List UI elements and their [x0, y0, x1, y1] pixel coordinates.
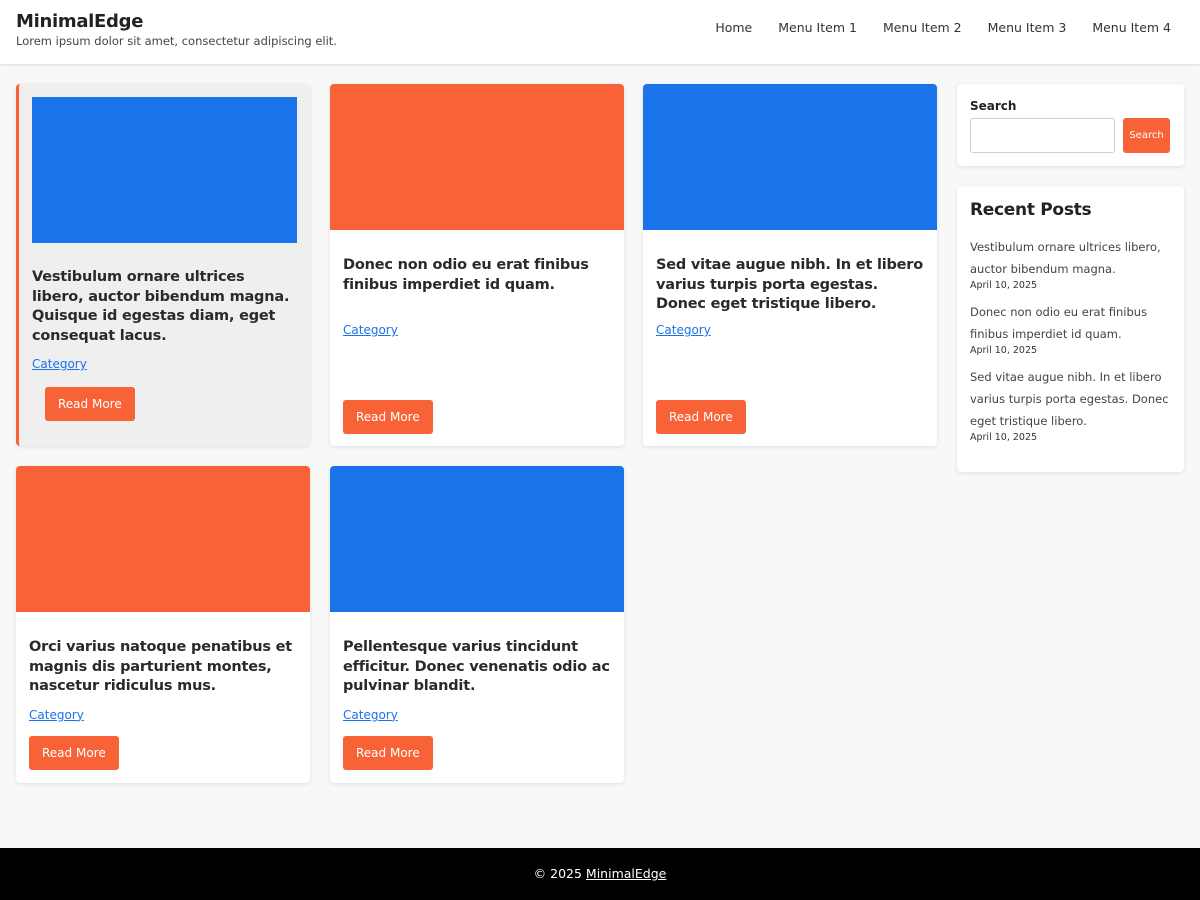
recent-posts-list: Vestibulum ornare ultrices libero, aucto…: [970, 236, 1170, 453]
post-title[interactable]: Orci varius natoque penatibus et magnis …: [29, 638, 297, 697]
nav-item-menu-item-2[interactable]: Menu Item 2: [883, 20, 962, 36]
post-thumbnail[interactable]: [643, 84, 937, 230]
post-card-featured: Vestibulum ornare ultrices libero, aucto…: [16, 84, 310, 446]
post-card: Donec non odio eu erat finibus finibus i…: [330, 84, 624, 446]
post-category-link[interactable]: Category: [32, 356, 87, 372]
post-thumbnail[interactable]: [330, 466, 624, 612]
post-title[interactable]: Vestibulum ornare ultrices libero, aucto…: [32, 268, 297, 346]
post-thumbnail[interactable]: [16, 466, 310, 612]
nav-item-menu-item-4[interactable]: Menu Item 4: [1092, 20, 1171, 36]
site-description: Lorem ipsum dolor sit amet, consectetur …: [16, 34, 337, 48]
site-header: MinimalEdge Lorem ipsum dolor sit amet, …: [0, 0, 1200, 65]
read-more-button[interactable]: Read More: [343, 736, 433, 770]
list-item: Vestibulum ornare ultrices libero, aucto…: [970, 236, 1170, 292]
recent-post-date: April 10, 2025: [970, 345, 1038, 356]
post-thumbnail[interactable]: [32, 97, 297, 243]
search-button[interactable]: Search: [1123, 118, 1170, 153]
main-nav: Home Menu Item 1 Menu Item 2 Menu Item 3…: [715, 20, 1171, 36]
recent-post-date: April 10, 2025: [970, 432, 1038, 443]
read-more-button[interactable]: Read More: [343, 400, 433, 434]
post-title[interactable]: Donec non odio eu erat finibus finibus i…: [343, 256, 611, 295]
footer-copyright: © 2025: [533, 866, 582, 881]
search-input[interactable]: [970, 118, 1115, 153]
nav-item-menu-item-1[interactable]: Menu Item 1: [778, 20, 857, 36]
list-item: Donec non odio eu erat finibus finibus i…: [970, 301, 1170, 357]
site-footer: © 2025 MinimalEdge: [0, 848, 1200, 900]
recent-post-date: April 10, 2025: [970, 280, 1038, 291]
footer-site-link[interactable]: MinimalEdge: [586, 866, 666, 881]
post-thumbnail[interactable]: [330, 84, 624, 230]
nav-item-home[interactable]: Home: [715, 20, 752, 36]
post-category-link[interactable]: Category: [343, 707, 398, 723]
post-category-link[interactable]: Category: [656, 322, 711, 338]
recent-posts-title: Recent Posts: [970, 200, 1092, 220]
search-widget: Search Search: [957, 84, 1184, 166]
nav-item-menu-item-3[interactable]: Menu Item 3: [988, 20, 1067, 36]
search-label: Search: [970, 99, 1017, 113]
post-body: Orci varius natoque penatibus et magnis …: [29, 638, 297, 723]
recent-post-link[interactable]: Donec non odio eu erat finibus finibus i…: [970, 305, 1147, 341]
post-body: Sed vitae augue nibh. In et libero variu…: [656, 256, 924, 315]
post-body: Donec non odio eu erat finibus finibus i…: [343, 256, 611, 295]
site-title[interactable]: MinimalEdge: [16, 11, 337, 33]
post-card: Pellentesque varius tincidunt efficitur.…: [330, 466, 624, 783]
post-body: Vestibulum ornare ultrices libero, aucto…: [32, 268, 297, 372]
post-category-link[interactable]: Category: [29, 707, 84, 723]
post-category-link[interactable]: Category: [343, 322, 398, 338]
post-card: Sed vitae augue nibh. In et libero variu…: [643, 84, 937, 446]
brand: MinimalEdge Lorem ipsum dolor sit amet, …: [16, 11, 337, 48]
read-more-button[interactable]: Read More: [656, 400, 746, 434]
recent-post-link[interactable]: Sed vitae augue nibh. In et libero variu…: [970, 370, 1169, 428]
recent-post-link[interactable]: Vestibulum ornare ultrices libero, aucto…: [970, 240, 1161, 276]
read-more-button[interactable]: Read More: [45, 387, 135, 421]
post-card: Orci varius natoque penatibus et magnis …: [16, 466, 310, 783]
post-body: Pellentesque varius tincidunt efficitur.…: [343, 638, 611, 723]
list-item: Sed vitae augue nibh. In et libero variu…: [970, 366, 1170, 444]
post-title[interactable]: Pellentesque varius tincidunt efficitur.…: [343, 638, 611, 697]
post-title[interactable]: Sed vitae augue nibh. In et libero variu…: [656, 256, 924, 315]
read-more-button[interactable]: Read More: [29, 736, 119, 770]
recent-posts-widget: Recent Posts Vestibulum ornare ultrices …: [957, 186, 1184, 472]
